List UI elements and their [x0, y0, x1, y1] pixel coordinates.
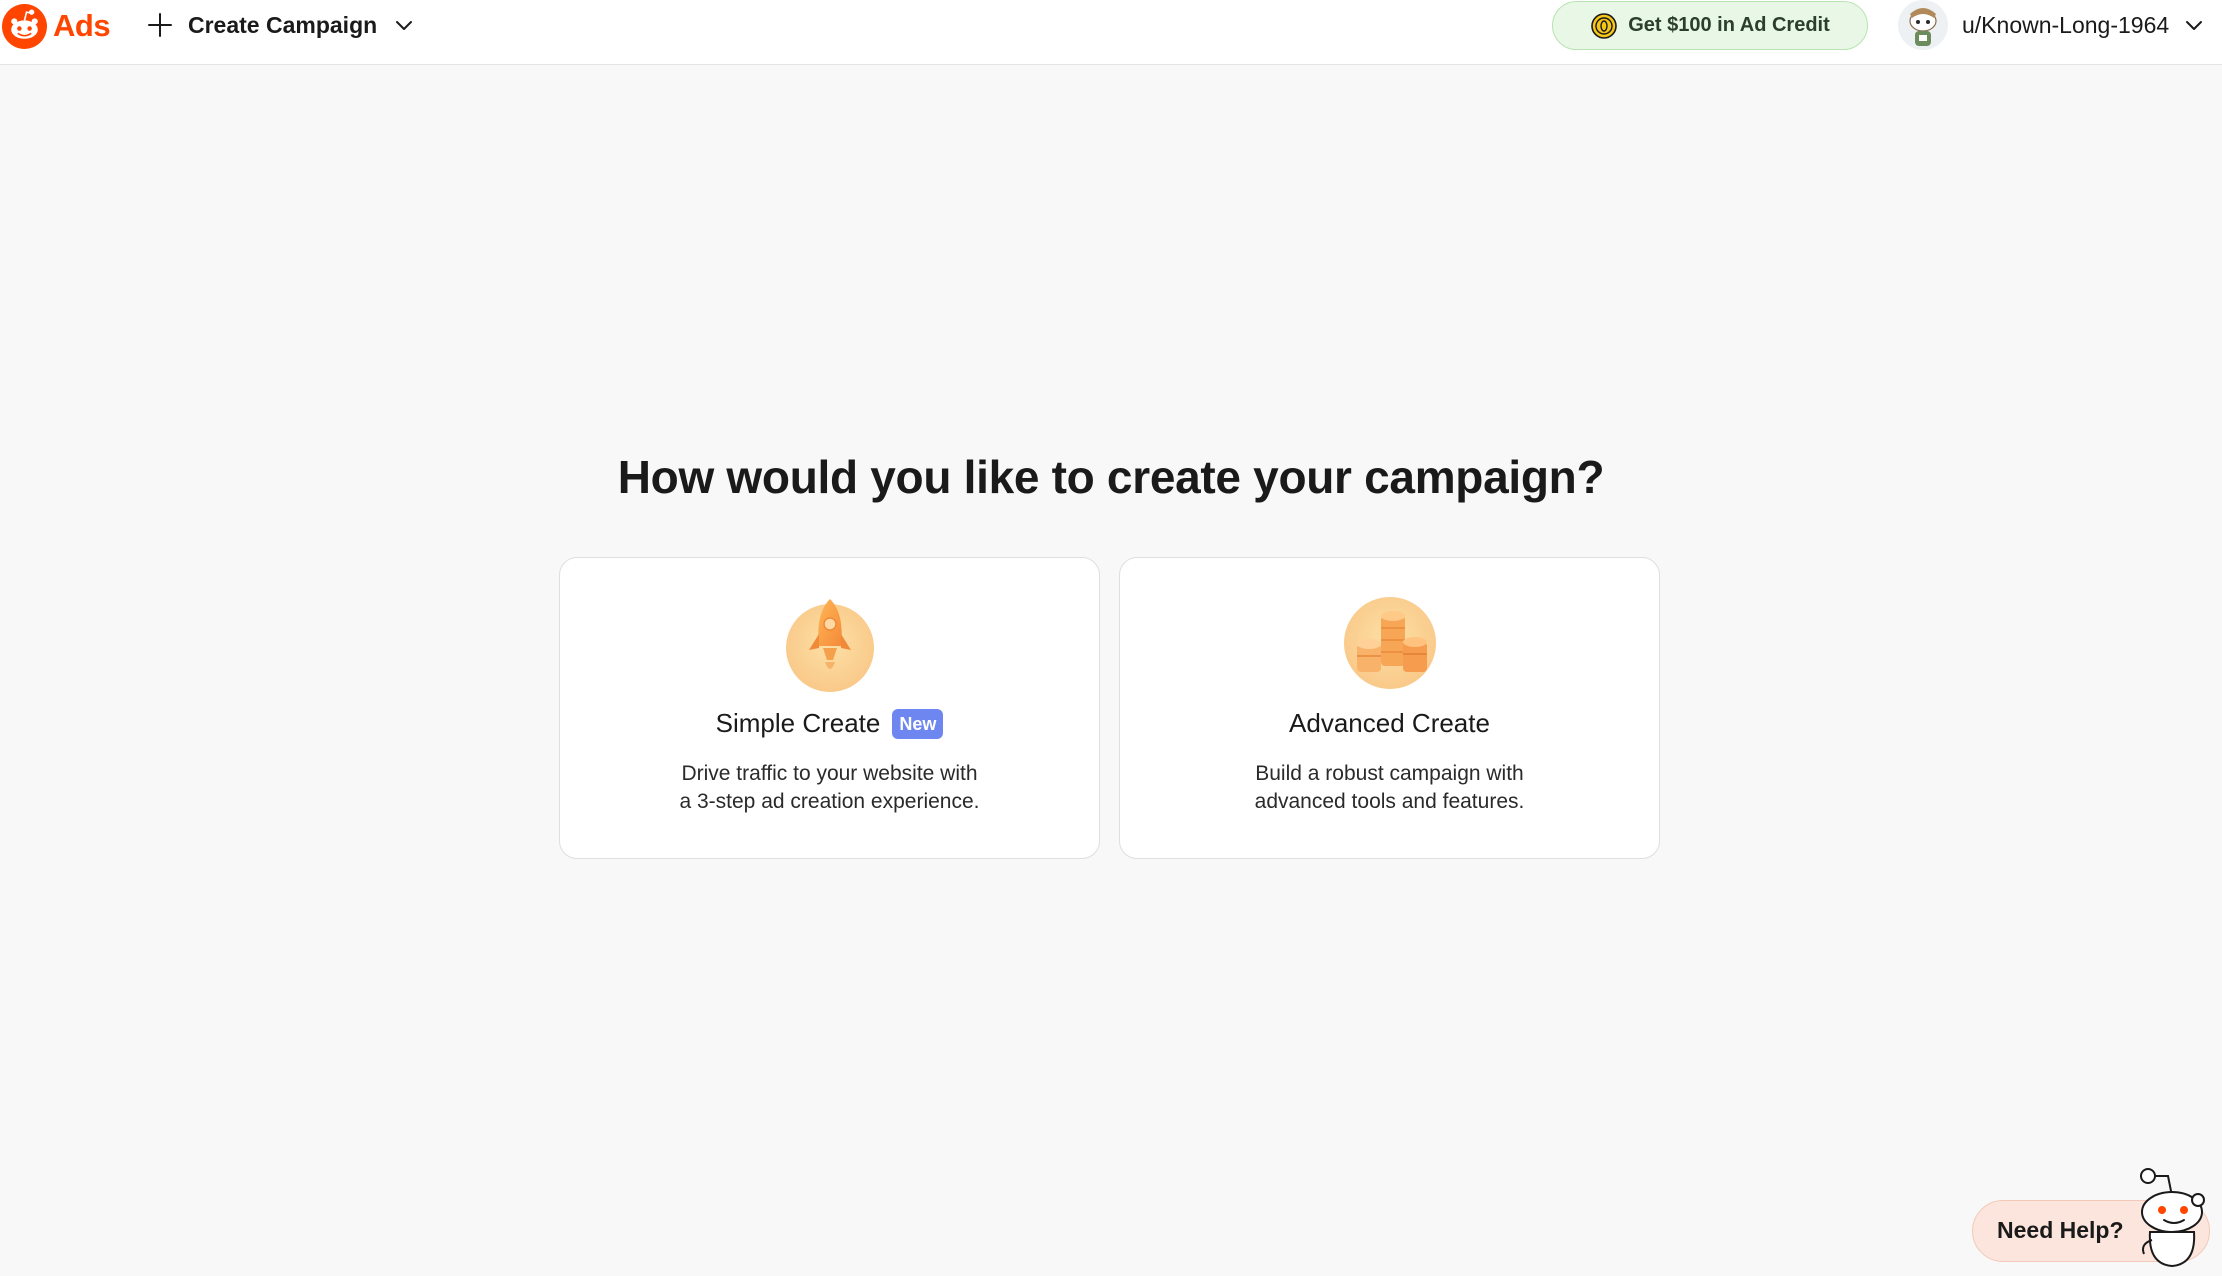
chevron-down-icon — [2186, 21, 2203, 30]
username: u/Known-Long-1964 — [1962, 11, 2170, 38]
ad-credit-button[interactable]: Get $100 in Ad Credit — [1552, 1, 1868, 50]
snoo-mascot-icon[interactable] — [2128, 1168, 2212, 1268]
logo-text: Ads — [53, 8, 111, 43]
simple-create-desc-line1: Drive traffic to your website with — [681, 762, 978, 785]
coin-icon — [1591, 12, 1618, 39]
chevron-down-icon — [396, 21, 413, 30]
ad-credit-label: Get $100 in Ad Credit — [1628, 14, 1830, 36]
simple-create-title: Simple Create — [715, 708, 881, 738]
reddit-ads-logo[interactable]: Ads — [2, 3, 111, 49]
simple-create-title-row: Simple Create New — [560, 708, 1099, 739]
avatar — [1898, 0, 1948, 50]
advanced-create-card[interactable]: Advanced Create Build a robust campaign … — [1119, 557, 1660, 859]
top-bar: Ads Create Campaign Get $100 in Ad Credi… — [0, 0, 2222, 65]
advanced-create-title-row: Advanced Create — [1120, 708, 1659, 739]
advanced-create-desc-line1: Build a robust campaign with — [1255, 762, 1524, 785]
simple-create-description: Drive traffic to your website with a 3-s… — [560, 760, 1099, 816]
create-campaign-label: Create Campaign — [188, 11, 378, 38]
need-help-label: Need Help? — [1997, 1217, 2124, 1243]
reddit-logo-icon — [2, 3, 47, 49]
advanced-create-description: Build a robust campaign with advanced to… — [1120, 760, 1659, 816]
new-badge: New — [892, 708, 944, 739]
advanced-create-title: Advanced Create — [1289, 708, 1490, 738]
simple-create-desc-line2: a 3-step ad creation experience. — [679, 790, 980, 813]
create-campaign-menu[interactable]: Create Campaign — [146, 8, 415, 42]
rocket-icon — [785, 599, 874, 692]
page-title: How would you like to create your campai… — [617, 451, 1605, 503]
plus-icon — [148, 13, 172, 37]
advanced-create-desc-line2: advanced tools and features. — [1254, 790, 1525, 813]
simple-create-card[interactable]: Simple Create New Drive traffic to your … — [559, 557, 1100, 859]
coin-stacks-icon — [1343, 597, 1436, 689]
user-menu[interactable]: u/Known-Long-1964 — [1898, 0, 2205, 50]
